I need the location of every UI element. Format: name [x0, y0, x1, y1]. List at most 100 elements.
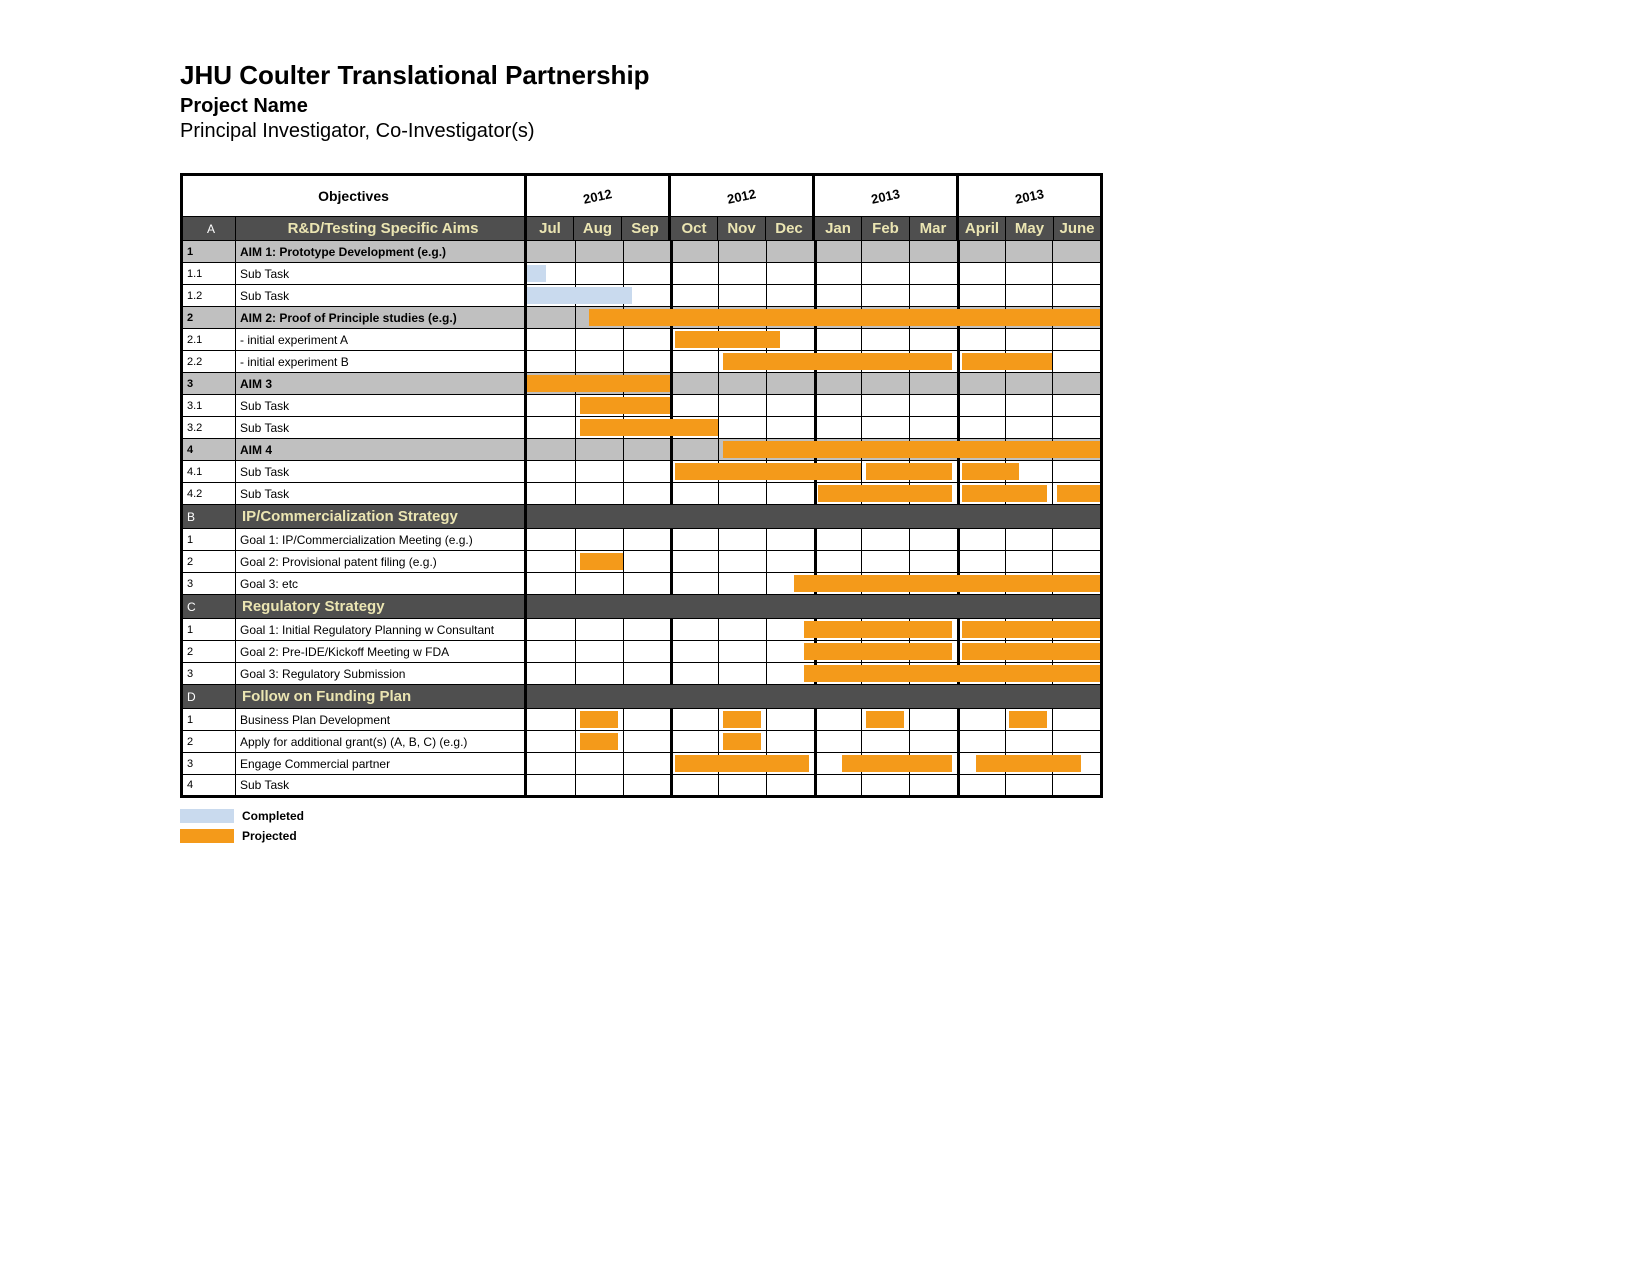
row-index: 1.1	[182, 263, 236, 285]
gantt-cell	[526, 709, 1102, 731]
gantt-cell	[526, 461, 1102, 483]
gantt-bar	[580, 733, 618, 750]
gantt-cell	[526, 483, 1102, 505]
row-label: Goal 1: IP/Commercialization Meeting (e.…	[236, 529, 526, 551]
legend-projected-label: Projected	[242, 829, 297, 843]
row-label: AIM 3	[236, 373, 526, 395]
row-index: 1	[182, 241, 236, 263]
gantt-bar	[962, 643, 1100, 660]
table-row: 4AIM 4	[182, 439, 1102, 461]
row-index: 1.2	[182, 285, 236, 307]
row-label: Goal 2: Pre-IDE/Kickoff Meeting w FDA	[236, 641, 526, 663]
row-index: B	[182, 505, 236, 529]
month-sep: Sep	[622, 217, 670, 241]
year-header-1: 2012	[670, 175, 814, 217]
month-june: June	[1054, 217, 1102, 241]
gantt-bar	[1009, 711, 1047, 728]
gantt-cell	[526, 241, 1102, 263]
gantt-bar	[842, 755, 952, 772]
section-label: IP/Commercialization Strategy	[236, 505, 526, 529]
gantt-bar	[976, 755, 1081, 772]
row-index: 2	[182, 307, 236, 329]
table-row: 1Goal 1: IP/Commercialization Meeting (e…	[182, 529, 1102, 551]
row-index: 2.1	[182, 329, 236, 351]
row-label: - initial experiment A	[236, 329, 526, 351]
legend: Completed Projected	[180, 806, 1470, 846]
section-gantt-blank	[526, 685, 1102, 709]
gantt-cell	[526, 641, 1102, 663]
row-label: Apply for additional grant(s) (A, B, C) …	[236, 731, 526, 753]
gantt-bar	[962, 621, 1100, 638]
gantt-bar	[675, 331, 780, 348]
gantt-cell	[526, 263, 1102, 285]
gantt-bar	[723, 711, 761, 728]
gantt-bar	[723, 441, 1100, 458]
gantt-bar	[580, 419, 718, 436]
table-row: AR&D/Testing Specific AimsJulAugSepOctNo…	[182, 217, 1102, 241]
row-index: 3	[182, 753, 236, 775]
row-index: 3.1	[182, 395, 236, 417]
year-header-3: 2013	[958, 175, 1102, 217]
gantt-cell	[526, 775, 1102, 797]
row-index: 4.2	[182, 483, 236, 505]
month-mar: Mar	[910, 217, 958, 241]
row-label: - initial experiment B	[236, 351, 526, 373]
table-row: 1.1Sub Task	[182, 263, 1102, 285]
row-index: 1	[182, 709, 236, 731]
gantt-bar	[804, 643, 952, 660]
row-label: AIM 2: Proof of Principle studies (e.g.)	[236, 307, 526, 329]
section-label: Regulatory Strategy	[236, 595, 526, 619]
row-label: Goal 3: Regulatory Submission	[236, 663, 526, 685]
row-label: Engage Commercial partner	[236, 753, 526, 775]
month-dec: Dec	[766, 217, 814, 241]
gantt-bar	[527, 375, 670, 392]
gantt-table: Objectives2012201220132013AR&D/Testing S…	[180, 173, 1103, 798]
table-row: DFollow on Funding Plan	[182, 685, 1102, 709]
gantt-cell	[526, 753, 1102, 775]
legend-completed-label: Completed	[242, 809, 304, 823]
month-jul: Jul	[526, 217, 574, 241]
table-row: 3AIM 3	[182, 373, 1102, 395]
legend-swatch-completed	[180, 809, 234, 823]
gantt-bar	[580, 711, 618, 728]
row-label: Sub Task	[236, 483, 526, 505]
row-index: 3	[182, 573, 236, 595]
section-label: R&D/Testing Specific Aims	[236, 217, 526, 241]
table-row: 3Engage Commercial partner	[182, 753, 1102, 775]
gantt-cell	[526, 529, 1102, 551]
row-label: Business Plan Development	[236, 709, 526, 731]
row-index: 2	[182, 731, 236, 753]
section-gantt-blank	[526, 595, 1102, 619]
gantt-bar	[962, 485, 1048, 502]
table-row: 2.2 - initial experiment B	[182, 351, 1102, 373]
table-row: 1Business Plan Development	[182, 709, 1102, 731]
gantt-cell	[526, 395, 1102, 417]
gantt-bar	[580, 397, 671, 414]
table-row: 2.1 - initial experiment A	[182, 329, 1102, 351]
gantt-bar	[675, 463, 861, 480]
row-label: Sub Task	[236, 285, 526, 307]
gantt-bar	[527, 265, 546, 282]
section-label: Follow on Funding Plan	[236, 685, 526, 709]
row-label: Goal 1: Initial Regulatory Planning w Co…	[236, 619, 526, 641]
objectives-header: Objectives	[182, 175, 526, 217]
month-april: April	[958, 217, 1006, 241]
gantt-bar	[866, 711, 904, 728]
row-label: Sub Task	[236, 775, 526, 797]
row-index: 2.2	[182, 351, 236, 373]
table-row: BIP/Commercialization Strategy	[182, 505, 1102, 529]
gantt-bar	[962, 463, 1019, 480]
month-nov: Nov	[718, 217, 766, 241]
row-label: AIM 1: Prototype Development (e.g.)	[236, 241, 526, 263]
row-index: C	[182, 595, 236, 619]
row-index: 1	[182, 529, 236, 551]
gantt-bar	[723, 733, 761, 750]
gantt-bar	[794, 575, 1100, 592]
table-row: 2Goal 2: Provisional patent filing (e.g.…	[182, 551, 1102, 573]
table-row: 3.1Sub Task	[182, 395, 1102, 417]
gantt-bar	[580, 553, 623, 570]
page-title: JHU Coulter Translational Partnership	[180, 60, 1470, 91]
gantt-bar	[723, 353, 952, 370]
table-row: 1Goal 1: Initial Regulatory Planning w C…	[182, 619, 1102, 641]
table-row: 3.2Sub Task	[182, 417, 1102, 439]
